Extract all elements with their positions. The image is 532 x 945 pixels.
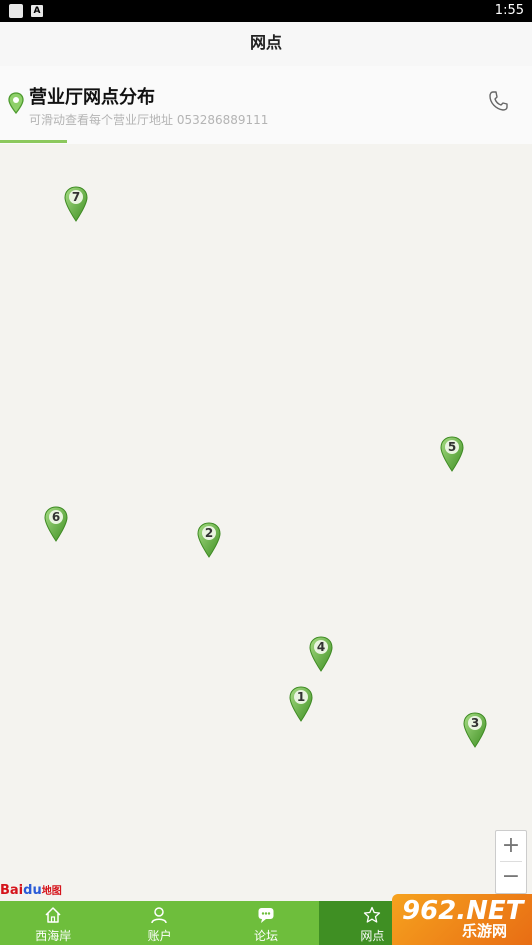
phone-icon[interactable] bbox=[488, 90, 508, 112]
baidu-paw-text: du bbox=[23, 883, 42, 898]
tab-west-coast[interactable]: 西海岸 bbox=[0, 901, 106, 945]
status-bar: A 1:55 bbox=[0, 0, 532, 22]
marker-number: 6 bbox=[51, 510, 61, 524]
info-panel[interactable]: 营业厅网点分布 可滑动查看每个营业厅地址 053286889111 bbox=[0, 66, 532, 147]
panel-title: 营业厅网点分布 bbox=[29, 87, 155, 108]
map-marker[interactable]: 7 bbox=[64, 186, 88, 222]
chat-icon bbox=[258, 908, 274, 923]
user-icon bbox=[151, 907, 168, 924]
title-bar: 网点 bbox=[0, 22, 532, 66]
page-title: 网点 bbox=[249, 33, 282, 52]
map-marker[interactable]: 3 bbox=[463, 712, 487, 748]
location-pin-icon bbox=[8, 92, 24, 114]
map-marker[interactable]: 6 bbox=[44, 506, 68, 542]
map-marker[interactable]: 4 bbox=[309, 636, 333, 672]
progress-fill bbox=[0, 140, 67, 143]
baidu-brand: Bai bbox=[0, 883, 24, 898]
carousel-progress bbox=[0, 140, 532, 143]
marker-number: 4 bbox=[316, 640, 326, 654]
panel-subtitle: 可滑动查看每个营业厅地址 053286889111 bbox=[29, 113, 269, 127]
tab-label: 论坛 bbox=[253, 929, 278, 943]
map-view[interactable]: 7 5 6 2 4 1 3 bbox=[0, 144, 532, 901]
zoom-in-button[interactable]: + bbox=[496, 831, 526, 861]
marker-number: 1 bbox=[296, 690, 306, 704]
status-time: 1:55 bbox=[494, 3, 524, 18]
zoom-out-button[interactable]: − bbox=[496, 862, 526, 892]
site-watermark: 962.NET 乐游网 bbox=[392, 894, 532, 945]
tab-label: 西海岸 bbox=[35, 929, 72, 943]
watermark-site-name: 乐游网 bbox=[462, 922, 508, 940]
app-notification-icon: A bbox=[31, 5, 43, 17]
map-marker[interactable]: 5 bbox=[440, 436, 464, 472]
map-marker[interactable]: 2 bbox=[197, 522, 221, 558]
tab-label: 账户 bbox=[147, 929, 172, 943]
map-attribution-logo: Baidu地图 bbox=[0, 882, 62, 898]
map-marker[interactable]: 1 bbox=[289, 686, 313, 722]
marker-number: 7 bbox=[71, 190, 81, 204]
zoom-control: + − bbox=[495, 830, 527, 894]
tab-account[interactable]: 账户 bbox=[106, 901, 212, 945]
baidu-map-text: 地图 bbox=[41, 886, 62, 897]
home-icon bbox=[45, 907, 61, 923]
marker-number: 5 bbox=[447, 440, 457, 454]
tab-forum[interactable]: 论坛 bbox=[213, 901, 319, 945]
marker-number: 2 bbox=[204, 526, 214, 540]
notification-icon bbox=[9, 4, 23, 18]
marker-number: 3 bbox=[470, 716, 480, 730]
star-icon bbox=[364, 906, 381, 923]
